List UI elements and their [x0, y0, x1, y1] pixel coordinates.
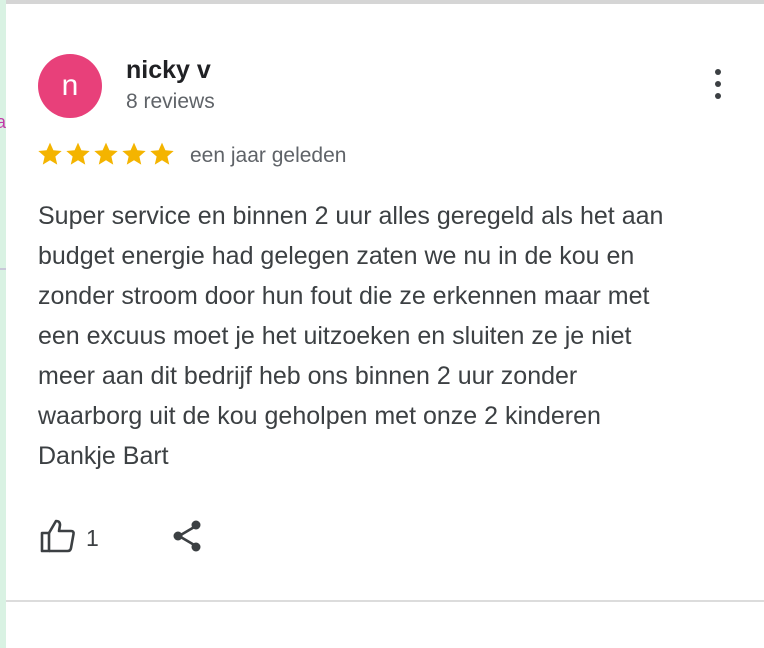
review-card: n nicky v 8 reviews een jaar geleden Sup…: [6, 4, 764, 600]
avatar[interactable]: n: [38, 54, 102, 118]
more-options-button[interactable]: [702, 64, 734, 104]
star-icon: [122, 142, 146, 165]
star-icon: [150, 142, 174, 165]
like-count: 1: [86, 524, 99, 551]
review-date: een jaar geleden: [190, 144, 347, 167]
more-vert-icon: [715, 69, 721, 99]
author-name[interactable]: nicky v: [126, 56, 211, 85]
star-icon: [94, 142, 118, 165]
thumb-up-icon: [38, 516, 78, 561]
author-review-count: 8 reviews: [126, 90, 215, 113]
like-button[interactable]: 1: [38, 516, 99, 560]
review-text: Super service en binnen 2 uur alles gere…: [38, 202, 664, 470]
share-icon: [170, 518, 206, 559]
avatar-initial: n: [61, 69, 79, 102]
star-rating: [36, 140, 176, 170]
star-icon: [38, 142, 62, 165]
card-divider: [6, 600, 764, 602]
share-button[interactable]: [166, 516, 210, 560]
star-icon: [66, 142, 90, 165]
